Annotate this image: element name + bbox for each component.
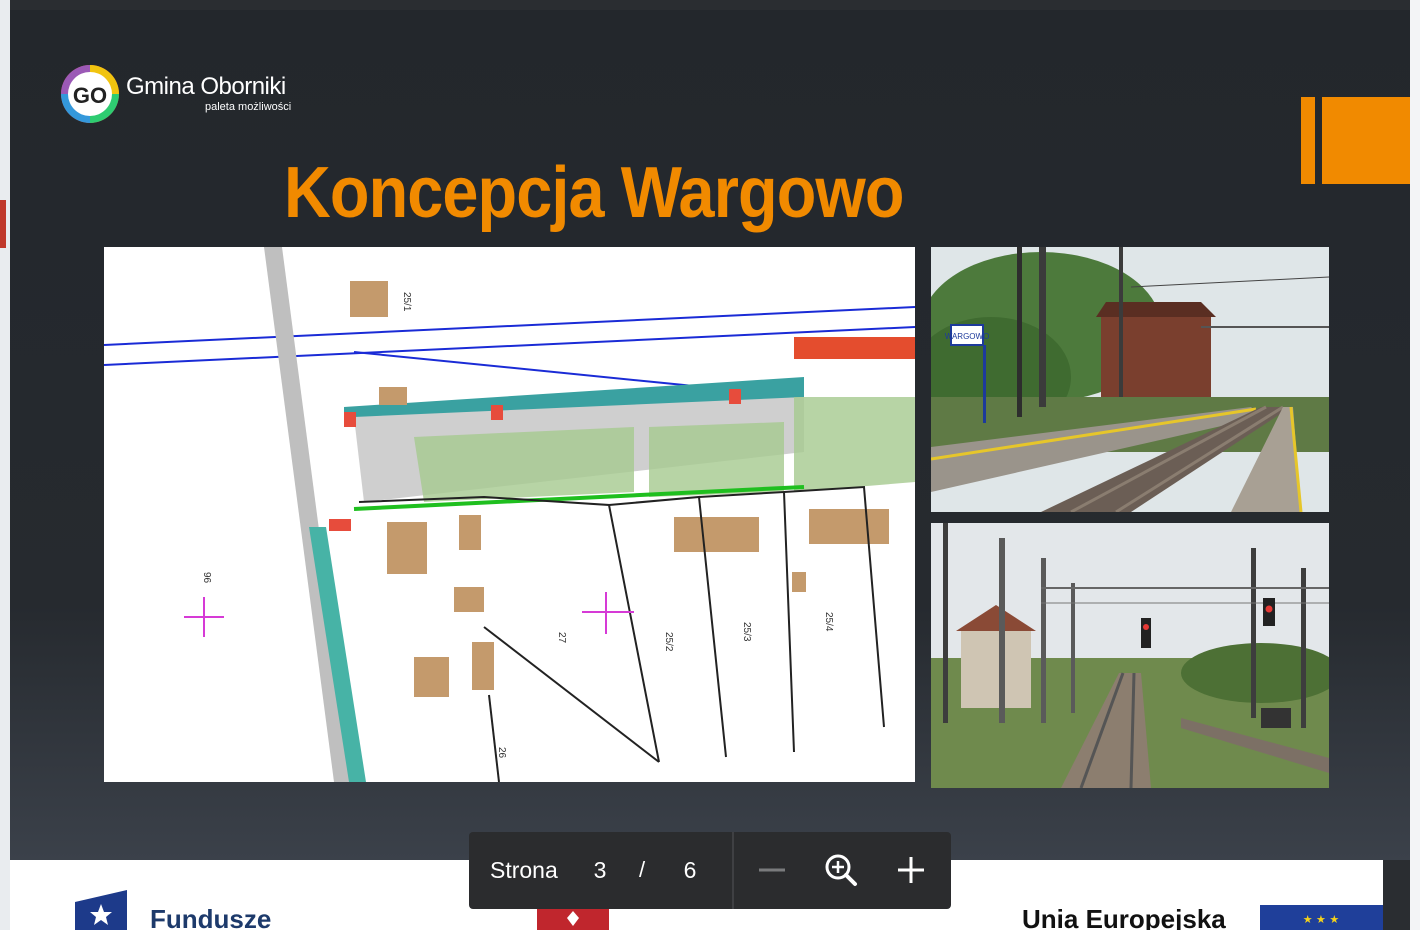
station-platform-image: WARGOWO <box>931 247 1329 512</box>
plan-label: 25/4 <box>823 612 834 632</box>
logo-text: Gmina Oborniki <box>126 73 286 100</box>
station-sign: WARGOWO <box>945 332 990 341</box>
plan-label: 25/3 <box>741 622 752 642</box>
minus-icon <box>759 868 785 872</box>
plan-label: 27 <box>556 632 567 644</box>
railway-tracks-photo <box>931 523 1329 788</box>
zoom-out-button[interactable] <box>750 848 794 892</box>
zoom-button[interactable] <box>819 848 863 892</box>
presentation-slide: GO Gmina Oborniki paleta możliwości Konc… <box>10 10 1410 860</box>
plan-label: 25/2 <box>663 632 674 652</box>
svg-text:★ ★ ★: ★ ★ ★ <box>1303 913 1340 926</box>
slide-title: Koncepcja Wargowo <box>284 153 904 233</box>
plan-label: 96 <box>201 572 212 584</box>
railway-tracks-image <box>931 523 1329 788</box>
zoom-icon <box>825 854 857 886</box>
plan-label: 26 <box>496 747 507 759</box>
unia-europejska-text: Unia Europejska <box>1022 904 1226 930</box>
decorative-block <box>1322 97 1410 184</box>
plan-label: 25/1 <box>401 292 412 312</box>
viewer-toolbar: Strona 3 / 6 <box>469 832 951 909</box>
logo-subtitle: paleta możliwości <box>205 101 292 113</box>
eu-flag-icon: ★ ★ ★ <box>1260 905 1383 930</box>
page-separator: / <box>639 857 646 882</box>
site-plan-drawing: 25/1 27 25/2 25/3 25/4 26 96 <box>104 247 915 782</box>
station-platform-photo: WARGOWO <box>931 247 1329 512</box>
fundusze-logo-icon <box>75 890 127 930</box>
coat-of-arms-icon <box>537 906 609 930</box>
site-plan-image: 25/1 27 25/2 25/3 25/4 26 96 <box>104 247 915 782</box>
decorative-bar <box>1301 97 1315 184</box>
plus-icon <box>898 857 924 883</box>
current-page-input[interactable]: 3 <box>587 857 613 884</box>
go-logo-icon: GO <box>61 65 119 123</box>
toolbar-divider <box>732 832 734 909</box>
page-label: Strona <box>490 857 558 883</box>
total-pages: 6 <box>683 857 697 883</box>
logo-badge: GO <box>73 83 107 108</box>
background-page-accent <box>0 200 6 248</box>
gmina-oborniki-logo: GO Gmina Oborniki paleta możliwości <box>60 63 320 125</box>
fundusze-text: Fundusze <box>150 904 272 930</box>
background-page-edge-left <box>0 0 10 930</box>
background-page-edge-right <box>1410 0 1420 930</box>
zoom-in-button[interactable] <box>889 848 933 892</box>
